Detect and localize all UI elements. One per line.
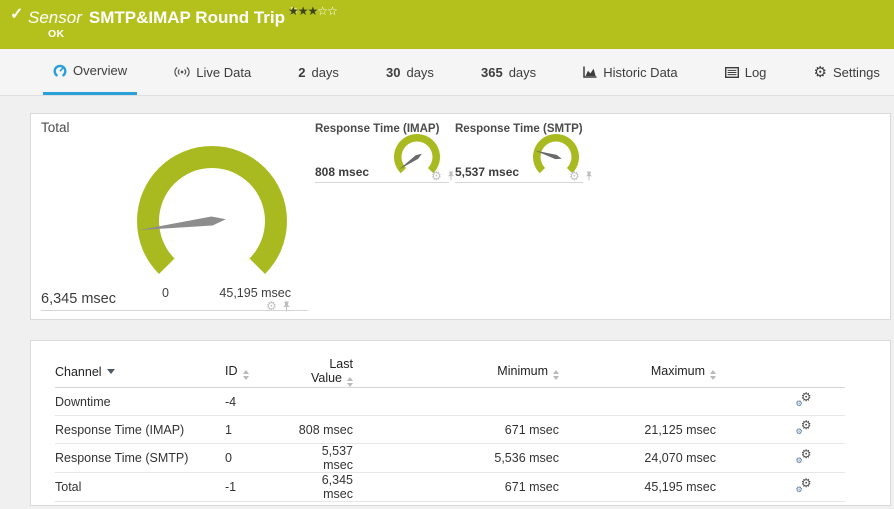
tab-label: Settings: [832, 64, 880, 80]
sort-desc-icon: [106, 369, 115, 374]
column-header-minimum[interactable]: Minimum: [355, 357, 561, 388]
divider: [41, 310, 308, 311]
tab-label: days: [406, 64, 434, 80]
sensor-header: ✓ Sensor SMTP&IMAP Round Trip ⚐ ★★★☆☆ OK: [0, 0, 894, 49]
table-row: Total -1 6,345 msec 671 msec 45,195 msec…: [55, 472, 845, 502]
total-gauge-value: 6,345 msec: [41, 291, 116, 307]
channel-settings-icon[interactable]: ⚙ ⚙: [796, 391, 812, 408]
channel-id: -1: [225, 472, 295, 502]
channel-name: Total: [55, 472, 225, 502]
channel-name: Response Time (IMAP): [55, 415, 225, 444]
table-header-row: Channel ID Last Value Minimum Maximum: [55, 357, 845, 388]
table-row: Response Time (SMTP) 0 5,537 msec 5,536 …: [55, 443, 845, 473]
channel-maximum: [561, 387, 718, 416]
historic-data-icon: [583, 66, 597, 78]
gauge-title-total: Total: [41, 120, 70, 135]
status-badge: OK: [48, 28, 65, 40]
channel-id: -4: [225, 387, 295, 416]
column-header-actions: [718, 357, 845, 388]
table-row: Downtime -4 ⚙ ⚙: [55, 387, 845, 416]
tab-30-days[interactable]: 30 days: [376, 49, 444, 95]
imap-gauge-value: 808 msec: [315, 165, 370, 179]
channel-settings-icon[interactable]: ⚙ ⚙: [796, 419, 812, 436]
tab-live-data[interactable]: Live Data: [164, 49, 261, 95]
pin-icon[interactable]: [584, 171, 594, 181]
column-header-last-value[interactable]: Last Value: [295, 357, 355, 388]
channel-id: 1: [225, 415, 295, 444]
sort-icon: [242, 370, 249, 380]
sensor-title: SMTP&IMAP Round Trip: [88, 8, 285, 27]
total-gauge: [137, 145, 288, 275]
channel-last-value: 6,345 msec: [295, 472, 355, 502]
tab-historic-data[interactable]: Historic Data: [573, 49, 687, 95]
page-title: Sensor SMTP&IMAP Round Trip ⚐: [28, 5, 299, 28]
channel-last-value: 5,537 msec: [295, 443, 355, 473]
channel-settings-icon[interactable]: ⚙ ⚙: [796, 448, 812, 465]
divider: [315, 182, 449, 183]
tab-label: Log: [744, 64, 767, 80]
tab-number: 365: [481, 64, 503, 80]
channel-maximum: 24,070 msec: [561, 443, 718, 473]
column-header-id[interactable]: ID: [225, 357, 295, 388]
divider: [455, 182, 583, 183]
tab-number: 2: [298, 64, 306, 80]
channel-minimum: 5,536 msec: [355, 443, 561, 473]
sensor-page: ✓ Sensor SMTP&IMAP Round Trip ⚐ ★★★☆☆ OK O…: [0, 0, 894, 509]
channel-name: Response Time (SMTP): [55, 443, 225, 473]
tab-settings[interactable]: ⚙ Settings: [803, 49, 889, 95]
sort-icon: [710, 370, 716, 380]
live-data-icon: [174, 66, 190, 78]
gauge-max-label: 45,195 msec: [219, 286, 291, 300]
gear-icon[interactable]: ⚙: [431, 170, 442, 182]
smtp-gauge-actions: ⚙: [569, 170, 594, 182]
gauge-min-label: 0: [162, 286, 169, 300]
sensor-word: Sensor: [28, 8, 82, 27]
table-row: Response Time (IMAP) 1 808 msec 671 msec…: [55, 415, 845, 444]
column-header-maximum[interactable]: Maximum: [561, 357, 718, 388]
tab-365-days[interactable]: 365 days: [471, 49, 546, 95]
channel-id: 0: [225, 443, 295, 473]
tab-label: Historic Data: [603, 64, 678, 80]
tab-label: Overview: [73, 63, 128, 78]
priority-stars[interactable]: ★★★☆☆: [288, 4, 338, 18]
gear-icon[interactable]: ⚙: [569, 170, 580, 182]
channel-minimum: 671 msec: [355, 472, 561, 502]
settings-icon: ⚙: [813, 62, 827, 81]
gauge-icon: [53, 64, 67, 78]
tab-label: days: [311, 64, 339, 80]
tab-bar: Overview Live Data 2 days 30 days 365 da…: [0, 49, 894, 96]
tab-label: days: [508, 64, 537, 80]
tab-overview[interactable]: Overview: [43, 49, 138, 95]
channel-last-value: [295, 387, 355, 416]
tab-log[interactable]: Log: [715, 49, 777, 95]
channel-minimum: [355, 387, 561, 416]
tab-number: 30: [386, 64, 401, 80]
tab-2-days[interactable]: 2 days: [288, 49, 349, 95]
channel-maximum: 45,195 msec: [561, 472, 718, 502]
log-icon: [724, 66, 739, 78]
channels-table: Channel ID Last Value Minimum Maximum Do…: [55, 357, 845, 502]
channel-name: Downtime: [55, 387, 225, 416]
channel-last-value: 808 msec: [295, 415, 355, 444]
sort-icon: [347, 377, 353, 387]
sort-icon: [553, 370, 559, 380]
channel-settings-icon[interactable]: ⚙ ⚙: [796, 477, 812, 494]
tab-label: Live Data: [196, 64, 252, 80]
channels-panel: Channel ID Last Value Minimum Maximum Do…: [30, 340, 891, 506]
channel-maximum: 21,125 msec: [561, 415, 718, 444]
smtp-gauge-value: 5,537 msec: [455, 165, 520, 179]
status-ok-check-icon: ✓: [10, 6, 24, 23]
column-header-channel[interactable]: Channel: [55, 357, 225, 388]
channel-minimum: 671 msec: [355, 415, 561, 444]
imap-gauge-actions: ⚙: [431, 170, 456, 182]
gauges-panel: Total 0 45,195 msec 6,345 msec ⚙ Respons…: [30, 113, 891, 320]
